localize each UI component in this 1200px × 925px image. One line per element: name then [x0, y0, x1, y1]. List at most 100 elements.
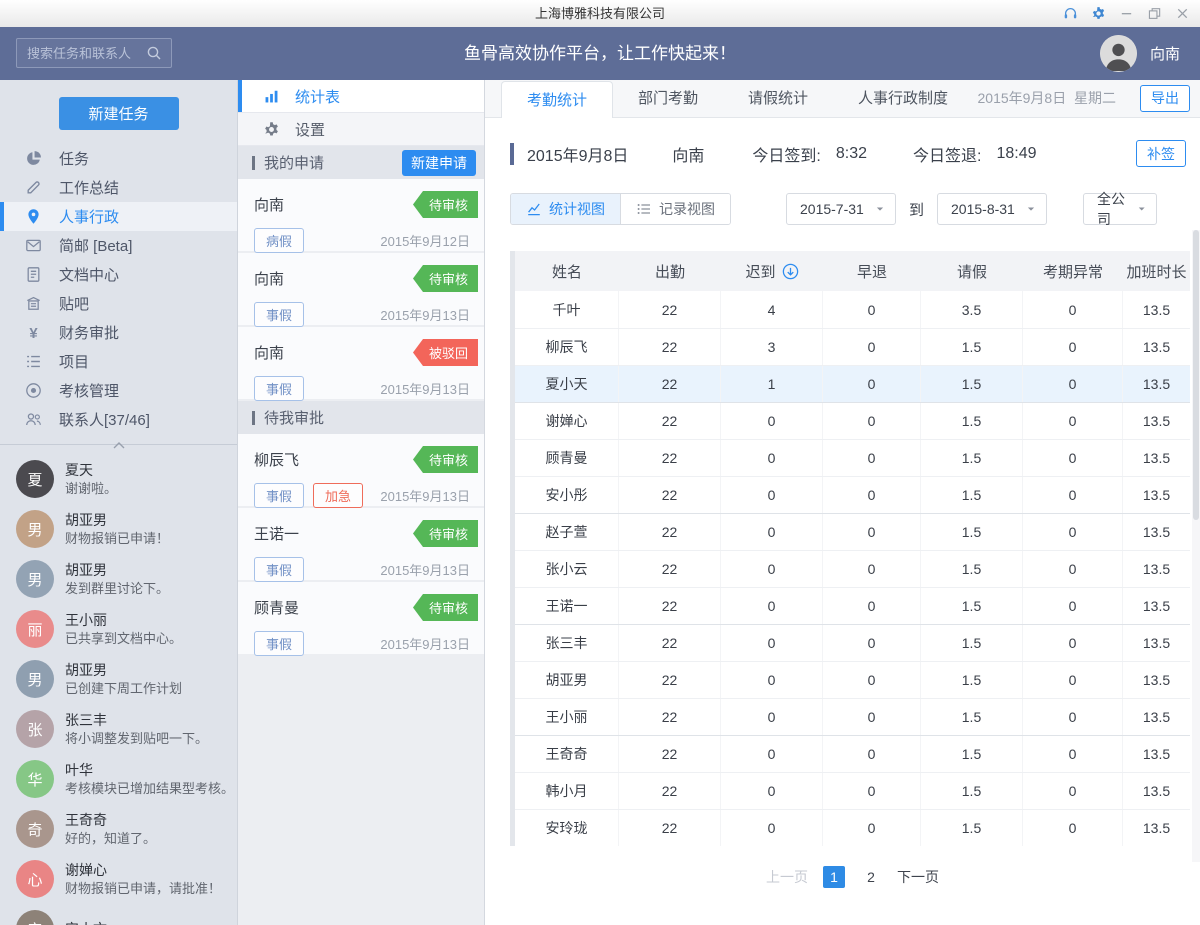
table-row[interactable]: 柳辰飞 22 3 0 1.5 0 13.5 — [515, 328, 1190, 365]
cell-value: 0 — [721, 625, 823, 661]
cell-name: 韩小月 — [515, 773, 619, 809]
new-task-button[interactable]: 新建任务 — [58, 97, 179, 130]
minimize-button[interactable] — [1119, 6, 1134, 21]
tab-attendance-stats[interactable]: 考勤统计 — [501, 81, 614, 118]
table-row[interactable]: 王诺一 22 0 0 1.5 0 13.5 — [515, 587, 1190, 624]
tab-hr-policy[interactable]: 人事行政制度 — [833, 80, 973, 117]
contact-item[interactable]: 男 胡亚男 发到群里讨论下。 — [0, 554, 237, 604]
new-application-button[interactable]: 新建申请 — [402, 149, 476, 176]
cell-value: 1.5 — [921, 773, 1023, 809]
cell-name: 柳辰飞 — [515, 329, 619, 365]
contact-item[interactable]: 心 谢婵心 财物报销已申请，请批准！ — [0, 854, 237, 904]
tab-dept-attendance[interactable]: 部门考勤 — [613, 80, 723, 117]
sidebar-item-assessment[interactable]: 考核管理 — [0, 376, 237, 405]
table-row[interactable]: 安小彤 22 0 0 1.5 0 13.5 — [515, 476, 1190, 513]
contact-item[interactable]: 华 叶华 考核模块已增加结果型考核。 — [0, 754, 237, 804]
sidebar-item-forum[interactable]: 贴吧 — [0, 289, 237, 318]
table-row[interactable]: 王小丽 22 0 0 1.5 0 13.5 — [515, 698, 1190, 735]
cell-value: 22 — [619, 810, 721, 846]
table-row[interactable]: 夏小天 22 1 0 1.5 0 13.5 — [515, 365, 1190, 402]
approval-card[interactable]: 向南 被驳回 事假 2015年9月13日 — [238, 327, 484, 401]
page-number-2[interactable]: 2 — [860, 866, 882, 888]
gear-icon[interactable] — [1091, 6, 1106, 21]
cell-value: 13.5 — [1142, 561, 1171, 577]
column-header: 出勤 — [654, 263, 685, 281]
table-row[interactable]: 王奇奇 22 0 0 1.5 0 13.5 — [515, 735, 1190, 772]
sort-descending-icon[interactable] — [782, 263, 799, 280]
approval-card[interactable]: 柳辰飞 待审核 事假 加急 2015年9月13日 — [238, 434, 484, 508]
sidebar-item-tasks[interactable]: 任务 — [0, 144, 237, 173]
date-to-select[interactable]: 2015-8-31 — [937, 193, 1048, 225]
sidebar-item-contacts[interactable]: 联系人[37/46] — [0, 405, 237, 434]
pie-icon — [25, 150, 42, 167]
makeup-signin-button[interactable]: 补签 — [1136, 140, 1186, 167]
table-row[interactable]: 韩小月 22 0 0 1.5 0 13.5 — [515, 772, 1190, 809]
approval-card[interactable]: 向南 待审核 病假 2015年9月12日 — [238, 179, 484, 253]
cell-value: 0 — [823, 329, 921, 365]
tab-leave-stats[interactable]: 请假统计 — [723, 80, 833, 117]
panel-item-statistics[interactable]: 统计表 — [238, 80, 484, 113]
cell-value: 13.5 — [1142, 376, 1171, 392]
sidebar-item-finance[interactable]: ¥ 财务审批 — [0, 318, 237, 347]
avatar: 男 — [16, 510, 54, 548]
export-button[interactable]: 导出 — [1140, 84, 1190, 112]
contact-item[interactable]: 张 张三丰 将小调整发到贴吧一下。 — [0, 704, 237, 754]
user-name: 向南 — [1149, 46, 1180, 63]
leave-type-tag: 事假 — [254, 631, 305, 656]
cell-value: 22 — [619, 699, 721, 735]
contact-item[interactable]: 安 安小文 — [0, 904, 237, 925]
next-page-button[interactable]: 下一页 — [897, 867, 939, 887]
cell-value: 0 — [1023, 366, 1123, 402]
scope-select[interactable]: 全公司 — [1083, 191, 1158, 227]
contact-item[interactable]: 夏 夏天 谢谢啦。 — [0, 454, 237, 504]
approval-card[interactable]: 顾青曼 待审核 事假 2015年9月13日 — [238, 582, 484, 656]
sidebar-item-docs[interactable]: 文档中心 — [0, 260, 237, 289]
table-row[interactable]: 谢婵心 22 0 0 1.5 0 13.5 — [515, 402, 1190, 439]
close-button[interactable] — [1175, 6, 1190, 21]
tab-bar: 考勤统计 部门考勤 请假统计 人事行政制度 2015年9月8日 星期二 导出 — [485, 80, 1200, 118]
contact-item[interactable]: 奇 王奇奇 好的，知道了。 — [0, 804, 237, 854]
table-row[interactable]: 千叶 22 4 0 3.5 0 13.5 — [515, 291, 1190, 328]
contact-item[interactable]: 丽 王小丽 已共享到文档中心。 — [0, 604, 237, 654]
approval-card[interactable]: 向南 待审核 事假 2015年9月13日 — [238, 253, 484, 327]
table-row[interactable]: 赵子萱 22 0 0 1.5 0 13.5 — [515, 513, 1190, 550]
approval-card[interactable]: 王诺一 待审核 事假 2015年9月13日 — [238, 508, 484, 582]
applicant-name: 向南 — [254, 271, 285, 288]
section-header: 待我审批 — [238, 401, 484, 434]
svg-text:¥: ¥ — [29, 326, 38, 341]
page-number-1[interactable]: 1 — [823, 866, 845, 888]
cell-value: 0 — [1023, 329, 1123, 365]
tabs: 考勤统计 部门考勤 请假统计 人事行政制度 — [501, 80, 973, 118]
view-records-button[interactable]: 记录视图 — [620, 194, 730, 224]
sidebar-item-projects[interactable]: 项目 — [0, 347, 237, 376]
table-row[interactable]: 安玲珑 22 0 0 1.5 0 13.5 — [515, 809, 1190, 846]
table-row[interactable]: 胡亚男 22 0 0 1.5 0 13.5 — [515, 661, 1190, 698]
cell-value: 13.5 — [1142, 820, 1171, 836]
cell-value: 3.5 — [921, 291, 1023, 328]
sidebar-item-hr-admin[interactable]: 人事行政 — [0, 202, 237, 231]
table-row[interactable]: 顾青曼 22 0 0 1.5 0 13.5 — [515, 439, 1190, 476]
column-header: 考期异常 — [1042, 263, 1103, 281]
contacts-collapse-handle[interactable] — [0, 442, 237, 450]
contact-item[interactable]: 男 胡亚男 已创建下周工作计划 — [0, 654, 237, 704]
table-row[interactable]: 张三丰 22 0 0 1.5 0 13.5 — [515, 624, 1190, 661]
cell-value: 0 — [1023, 773, 1123, 809]
user-menu[interactable]: 向南 — [1099, 35, 1180, 72]
cell-value: 3 — [721, 329, 823, 365]
view-statistics-button[interactable]: 统计视图 — [511, 194, 620, 224]
prev-page-button[interactable]: 上一页 — [766, 867, 808, 887]
titlebar: 上海博雅科技有限公司 — [0, 0, 1200, 27]
application-date: 2015年9月13日 — [380, 563, 470, 578]
sidebar-item-work-summary[interactable]: 工作总结 — [0, 173, 237, 202]
date-from-select[interactable]: 2015-7-31 — [786, 193, 896, 225]
leave-type-tag: 事假 — [254, 376, 305, 401]
table-row[interactable]: 张小云 22 0 0 1.5 0 13.5 — [515, 550, 1190, 587]
sidebar-item-mail[interactable]: 简邮 [Beta] — [0, 231, 237, 260]
cell-value: 13.5 — [1142, 598, 1171, 614]
cell-name: 安小彤 — [515, 477, 619, 513]
contact-item[interactable]: 男 胡亚男 财物报销已申请！ — [0, 504, 237, 554]
scrollbar-thumb[interactable] — [1193, 230, 1199, 520]
headset-icon[interactable] — [1063, 6, 1078, 21]
restore-button[interactable] — [1147, 6, 1162, 21]
panel-item-settings[interactable]: 设置 — [238, 113, 484, 146]
